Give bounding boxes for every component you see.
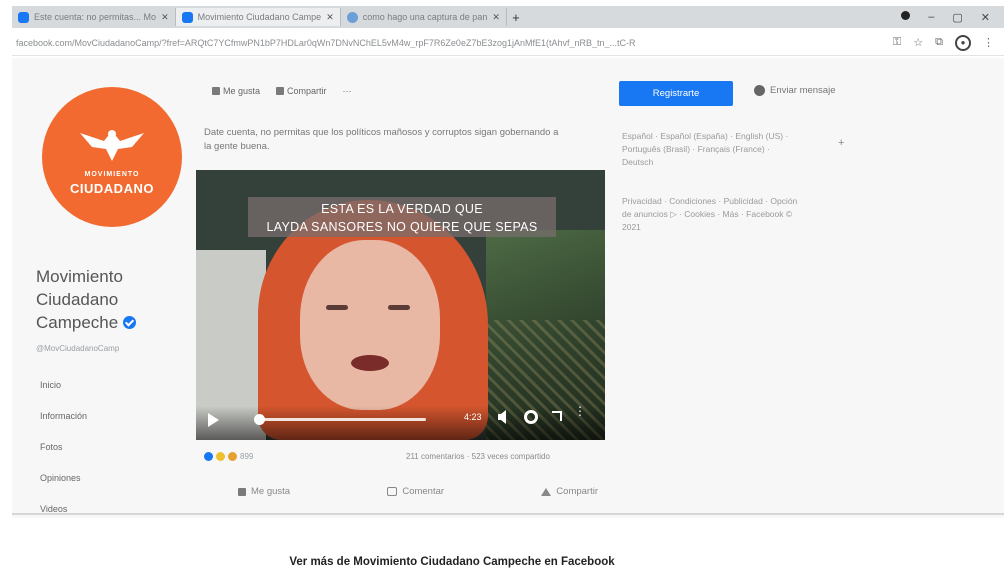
reaction-summary[interactable]: 899 (204, 452, 253, 461)
sidebar-item-videos[interactable]: Videos (40, 499, 87, 530)
new-tab-button[interactable]: + (507, 10, 525, 25)
url-field[interactable]: facebook.com/MovCiudadanoCamp/?fref=ARQt… (12, 38, 893, 48)
post-action-bar: Me gusta Comentar Compartir (238, 486, 598, 497)
footer-links[interactable]: Privacidad · Condiciones · Publicidad · … (622, 195, 807, 234)
video-progress-bar[interactable] (256, 418, 426, 421)
record-icon[interactable] (901, 10, 911, 20)
address-bar: facebook.com/MovCiudadanoCamp/?fref=ARQt… (12, 30, 1004, 56)
sidebar-item-informacion[interactable]: Información (40, 406, 87, 437)
reaction-count: 899 (240, 452, 254, 461)
eagle-logo-icon (80, 130, 144, 161)
video-time: 4:23 (464, 412, 482, 422)
sidebar-item-fotos[interactable]: Fotos (40, 437, 87, 468)
thumbs-up-icon (238, 487, 246, 496)
page-share-button[interactable]: Compartir (276, 86, 327, 96)
comment-button[interactable]: Comentar (387, 486, 444, 497)
see-more-link[interactable]: Ver más de Movimiento Ciudadano Campeche… (0, 556, 904, 568)
tab-title: como hago una captura de pan (362, 12, 488, 22)
video-person-eyes (326, 305, 416, 311)
profile-avatar-icon[interactable]: ● (955, 34, 971, 51)
register-button[interactable]: Registrarte (619, 81, 733, 106)
haha-reaction-icon (228, 452, 237, 461)
browser-tab-active[interactable]: Movimiento Ciudadano Campe ✕ (175, 8, 341, 26)
fullscreen-icon[interactable] (552, 411, 562, 421)
extensions-icon[interactable]: ⧉ (935, 36, 943, 49)
like-button[interactable]: Me gusta (238, 486, 290, 497)
browser-tab[interactable]: Este cuenta: no permitas... Mo ✕ (12, 8, 176, 26)
browser-toolbar-icons: ⚿ ☆ ⧉ ● ⋮ (893, 34, 1004, 51)
page-like-button[interactable]: Me gusta (212, 86, 260, 96)
video-more-options-icon[interactable]: ⋮ (574, 405, 586, 417)
key-icon[interactable]: ⚿ (893, 36, 901, 49)
video-player[interactable]: ESTA ES LA VERDAD QUE LAYDA SANSORES NO … (196, 170, 605, 440)
share-label: Compartir (556, 486, 598, 497)
page-handle: @MovCiudadanoCamp (36, 344, 120, 353)
share-button[interactable]: Compartir (541, 486, 598, 497)
google-favicon-icon (346, 11, 358, 23)
language-links[interactable]: Español · Español (España) · English (US… (622, 130, 802, 169)
comment-label: Comentar (402, 486, 445, 497)
page-title[interactable]: Movimiento Ciudadano Campeche (36, 265, 186, 334)
page-sidebar-nav: Inicio Información Fotos Opiniones Video… (40, 375, 87, 530)
divider (12, 513, 1004, 515)
video-caption-line1: ESTA ES LA VERDAD QUE (321, 202, 483, 216)
video-progress-knob[interactable] (254, 414, 265, 425)
facebook-favicon-icon (18, 11, 29, 23)
page-actions-top: Me gusta Compartir ··· (212, 86, 352, 96)
like-reaction-icon (204, 452, 213, 461)
close-tab-icon[interactable]: ✕ (492, 12, 500, 23)
more-languages-button[interactable]: + (838, 137, 844, 149)
video-person-face (300, 240, 440, 410)
messenger-icon (754, 85, 765, 96)
comment-bubble-icon (387, 487, 398, 496)
verified-badge-icon (122, 316, 136, 330)
avatar-logo-big-text: CIUDADANO (70, 181, 154, 196)
close-tab-icon[interactable]: ✕ (326, 12, 334, 23)
page-share-label: Compartir (287, 86, 327, 96)
thumbs-up-icon (212, 87, 220, 95)
minimize-icon[interactable]: – (928, 11, 934, 24)
video-caption-banner: ESTA ES LA VERDAD QUE LAYDA SANSORES NO … (248, 197, 556, 237)
close-tab-icon[interactable]: ✕ (161, 12, 169, 23)
comments-shares-count[interactable]: 211 comentarios · 523 veces compartido (406, 452, 550, 461)
browser-tab-bar: Este cuenta: no permitas... Mo ✕ Movimie… (12, 6, 1004, 28)
tab-title: Movimiento Ciudadano Campe (197, 12, 322, 22)
page-more-button[interactable]: ··· (343, 86, 352, 96)
like-label: Me gusta (251, 486, 291, 497)
video-person-mouth (351, 355, 389, 371)
sidebar-item-opiniones[interactable]: Opiniones (40, 468, 87, 499)
share-arrow-icon (276, 87, 285, 95)
window-controls: – ▢ ✕ (901, 10, 1004, 24)
care-reaction-icon (216, 452, 225, 461)
close-window-icon[interactable]: ✕ (981, 11, 990, 24)
sidebar-item-inicio[interactable]: Inicio (40, 375, 87, 406)
page-name-text: Movimiento Ciudadano Campeche (36, 267, 123, 332)
page-avatar[interactable]: MOVIMIENTO CIUDADANO (42, 87, 182, 227)
avatar-logo-small-text: MOVIMIENTO (84, 171, 140, 178)
play-icon[interactable] (208, 413, 219, 427)
tab-title: Este cuenta: no permitas... Mo (34, 12, 157, 22)
page-like-label: Me gusta (223, 86, 261, 96)
menu-kebab-icon[interactable]: ⋮ (983, 36, 994, 49)
settings-gear-icon[interactable] (524, 410, 538, 424)
facebook-favicon-icon (181, 11, 193, 23)
screenshot-root: Este cuenta: no permitas... Mo ✕ Movimie… (0, 0, 1004, 580)
volume-icon[interactable] (498, 410, 510, 424)
share-arrow-icon (541, 487, 552, 496)
video-caption-line2: LAYDA SANSORES NO QUIERE QUE SEPAS (266, 220, 538, 234)
bookmark-star-icon[interactable]: ☆ (913, 36, 923, 49)
maximize-icon[interactable]: ▢ (952, 11, 962, 24)
send-message-label: Enviar mensaje (770, 85, 836, 96)
send-message-button[interactable]: Enviar mensaje (754, 85, 835, 96)
post-text: Date cuenta, no permitas que los polític… (204, 127, 559, 152)
browser-tab[interactable]: como hago una captura de pan ✕ (341, 8, 507, 26)
